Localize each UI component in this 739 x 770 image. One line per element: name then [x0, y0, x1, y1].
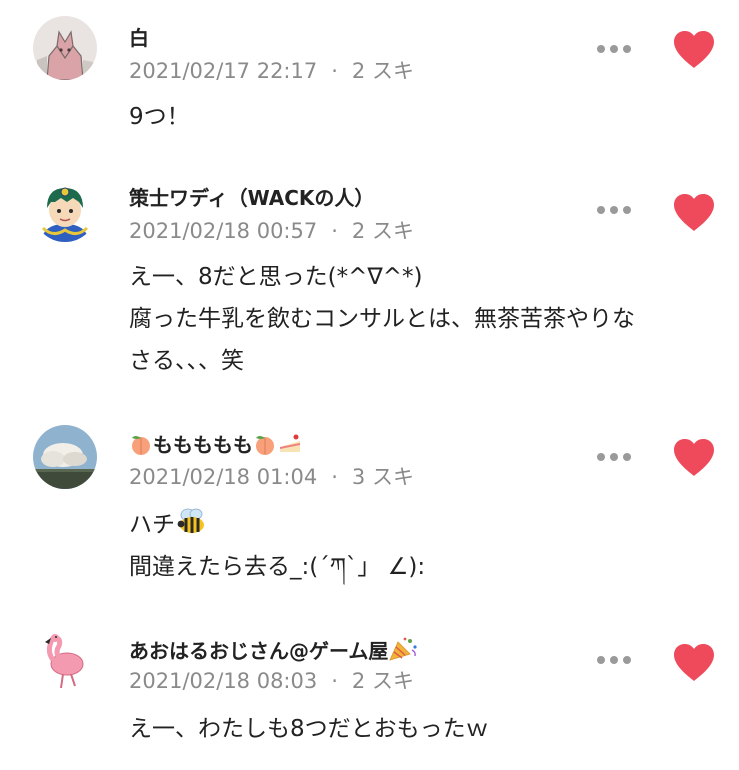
comment-line: さる、、、笑 — [129, 348, 244, 374]
comment-line: 間違えたら去る_:(´ཀ`」 ∠): — [129, 554, 426, 580]
like-count[interactable]: 2 スキ — [352, 59, 414, 83]
commenter-name[interactable]: あおはるおじさん@ゲーム屋 — [129, 636, 418, 663]
peach-icon — [256, 436, 274, 455]
like-heart-icon[interactable] — [672, 193, 716, 233]
cake-icon — [280, 434, 300, 452]
flamingo-avatar[interactable] — [33, 628, 97, 692]
like-count[interactable]: 2 スキ — [352, 219, 414, 243]
commenter-name[interactable]: 白 — [129, 26, 149, 50]
comment-line: 9つ！ — [129, 104, 190, 130]
meta-separator: · — [331, 465, 338, 489]
cloud-landscape-avatar[interactable] — [33, 425, 97, 489]
comment-meta: 2021/02/18 00:57 · 2 スキ — [129, 218, 414, 244]
meta-separator: · — [331, 669, 338, 693]
comment-date: 2021/02/17 22:17 — [129, 59, 318, 83]
comment-meta: 2021/02/17 22:17 · 2 スキ — [129, 58, 414, 84]
comment-line: 腐った牛乳を飲むコンサルとは、無茶苦茶やりな — [129, 306, 635, 332]
comment-body: え一、わたしも8つだとおもったｗ — [129, 708, 719, 750]
commenter-name[interactable]: 策士ワディ（WACKの人） — [129, 186, 374, 210]
party-popper-icon — [389, 637, 418, 661]
comment-body: 9つ！ — [129, 96, 719, 138]
more-options-button[interactable] — [597, 453, 631, 463]
cartoon-character-avatar[interactable] — [33, 178, 97, 242]
more-options-button[interactable] — [597, 206, 631, 216]
comment-date: 2021/02/18 01:04 — [129, 465, 318, 489]
commenter-name[interactable]: ももももも — [129, 432, 303, 457]
comment-line: え一、8だと思った(*^∇^*) — [129, 264, 423, 290]
like-heart-icon[interactable] — [672, 643, 716, 683]
more-options-button[interactable] — [597, 45, 631, 55]
comment-line: え一、わたしも8つだとおもったｗ — [129, 716, 489, 742]
comment-body: え一、8だと思った(*^∇^*) 腐った牛乳を飲むコンサルとは、無茶苦茶やりな … — [129, 256, 719, 382]
meta-separator: · — [331, 59, 338, 83]
like-heart-icon[interactable] — [672, 30, 716, 70]
comment-line: ハチ — [129, 504, 719, 546]
like-count[interactable]: 3 スキ — [352, 465, 414, 489]
peach-icon — [132, 436, 150, 455]
commenter-name-text: あおはるおじさん@ゲーム屋 — [129, 639, 389, 663]
comment-date: 2021/02/18 00:57 — [129, 219, 318, 243]
commenter-name-text: ももももも — [153, 433, 253, 457]
comment-date: 2021/02/18 08:03 — [129, 669, 318, 693]
meta-separator: · — [331, 219, 338, 243]
fox-illustration-avatar[interactable] — [33, 16, 97, 80]
comment-body: ハチ 間違えたら去る_:(´ཀ`」 ∠): — [129, 504, 719, 588]
comment-meta: 2021/02/18 01:04 · 3 スキ — [129, 464, 414, 490]
bee-icon — [177, 508, 204, 533]
like-heart-icon[interactable] — [672, 438, 716, 478]
like-count[interactable]: 2 スキ — [352, 669, 414, 693]
more-options-button[interactable] — [597, 656, 631, 666]
comment-meta: 2021/02/18 08:03 · 2 スキ — [129, 668, 414, 694]
